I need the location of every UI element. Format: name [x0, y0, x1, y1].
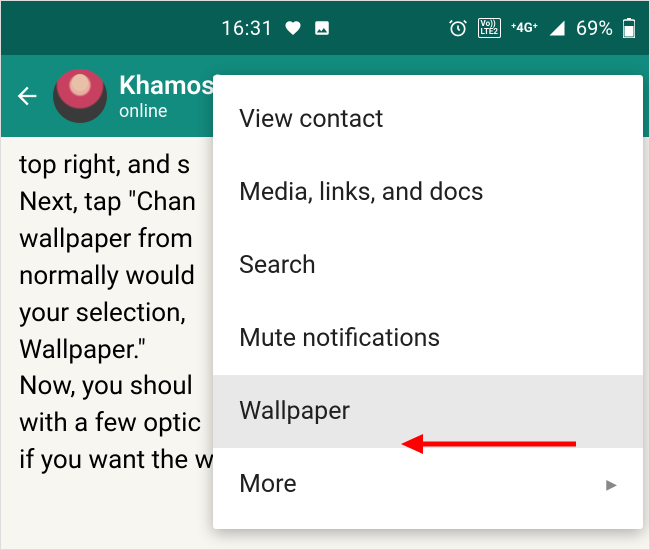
menu-item-label: Media, links, and docs [239, 178, 484, 207]
status-bar-right: Vo))LTE2 ⁺4G⁺ 69% [448, 16, 635, 40]
menu-item-more[interactable]: More ▶ [213, 448, 643, 521]
menu-item-search[interactable]: Search [213, 229, 643, 302]
image-icon [313, 19, 331, 37]
back-arrow-icon[interactable] [13, 82, 41, 110]
contact-avatar[interactable] [53, 69, 107, 123]
menu-item-wallpaper[interactable]: Wallpaper [213, 375, 643, 448]
signal-icon [548, 19, 566, 37]
status-time: 16:31 [221, 16, 273, 40]
alarm-icon [448, 18, 468, 38]
chevron-right-icon: ▶ [606, 477, 617, 493]
menu-item-label: View contact [239, 105, 383, 134]
volte-icon: Vo))LTE2 [478, 18, 502, 38]
menu-item-media-links-docs[interactable]: Media, links, and docs [213, 156, 643, 229]
overflow-menu: View contact Media, links, and docs Sear… [213, 75, 643, 529]
heart-icon [283, 19, 303, 37]
menu-item-view-contact[interactable]: View contact [213, 83, 643, 156]
menu-item-mute-notifications[interactable]: Mute notifications [213, 302, 643, 375]
battery-percent: 69% [576, 16, 613, 40]
menu-item-label: Search [239, 251, 316, 280]
menu-item-label: More [239, 470, 297, 499]
status-bar-left: 16:31 [15, 16, 448, 40]
menu-item-label: Wallpaper [239, 397, 350, 426]
android-status-bar: 16:31 Vo))LTE2 ⁺4G⁺ 69% [1, 1, 649, 55]
battery-icon [623, 18, 635, 38]
network-4g-icon: ⁺4G⁺ [511, 21, 538, 36]
menu-item-label: Mute notifications [239, 324, 440, 353]
